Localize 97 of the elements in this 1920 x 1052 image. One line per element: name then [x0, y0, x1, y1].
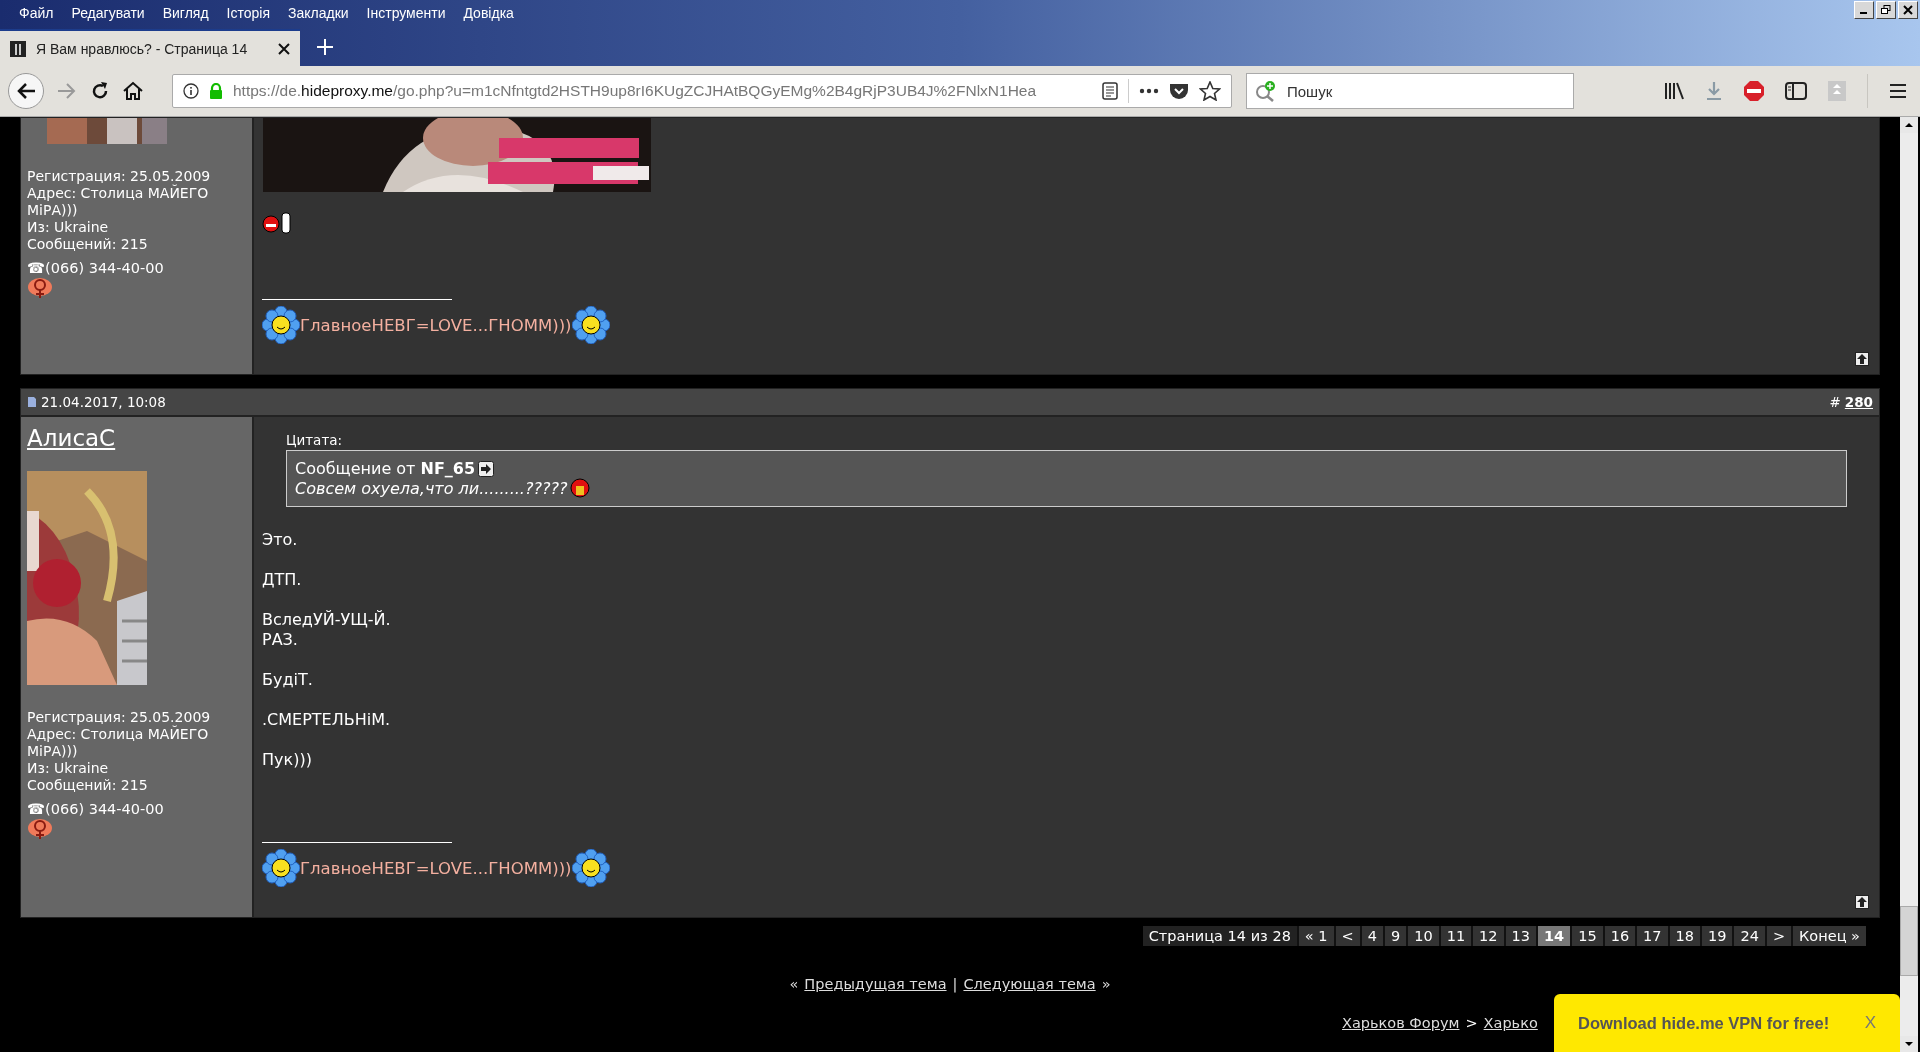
- page-link[interactable]: 19: [1702, 926, 1733, 946]
- top-arrow-icon[interactable]: [1855, 352, 1869, 366]
- back-icon[interactable]: [8, 73, 44, 109]
- page-link[interactable]: 16: [1604, 926, 1636, 946]
- post-date: 21.04.2017, 10:08: [41, 394, 166, 410]
- menu-item[interactable]: Редагувати: [62, 5, 154, 21]
- post-text: Это.: [262, 530, 299, 550]
- user-detail: Из: Ukraine: [27, 760, 110, 777]
- page-link[interactable]: 15: [1572, 926, 1603, 946]
- next-thread-link[interactable]: Следующая тема: [963, 976, 1096, 992]
- minimize-icon[interactable]: [1854, 1, 1874, 19]
- star-icon[interactable]: [1199, 81, 1221, 101]
- scroll-down-icon[interactable]: [1900, 1036, 1918, 1052]
- post-text: .СМЕРТЕЛЬНiМ.: [262, 710, 391, 730]
- page-link[interactable]: 11: [1440, 926, 1472, 946]
- page-link[interactable]: 24: [1734, 926, 1765, 946]
- page-link[interactable]: 4: [1361, 926, 1383, 946]
- search-field[interactable]: Пошук: [1246, 73, 1574, 109]
- page-link[interactable]: 17: [1637, 926, 1668, 946]
- reload-icon[interactable]: [90, 81, 110, 101]
- pocket-icon[interactable]: [1169, 82, 1189, 100]
- menu-item[interactable]: Історія: [217, 5, 279, 21]
- post-number-link[interactable]: 280: [1844, 394, 1873, 410]
- user-detail: Адрес: Столица МАЙЕГО МiРА))): [27, 726, 210, 760]
- page-link[interactable]: 10: [1408, 926, 1439, 946]
- page-link[interactable]: 9: [1384, 926, 1407, 946]
- adblock-icon[interactable]: [1743, 80, 1765, 102]
- signature-text: ГлавноеНЕВГ=LOVE...ГНОММ))): [300, 858, 572, 878]
- user-phone: ☎(066) 344-40-00: [27, 260, 164, 276]
- menu-item[interactable]: Довідка: [454, 5, 523, 21]
- top-arrow-icon[interactable]: [1855, 895, 1869, 909]
- breadcrumb-separator: >: [1465, 1015, 1478, 1031]
- post-text: ВследУЙ-УЩ-Й.: [262, 610, 391, 630]
- signature-text: ГлавноеНЕВГ=LOVE...ГНОММ))): [300, 315, 572, 335]
- breadcrumb-link[interactable]: Харько: [1483, 1015, 1538, 1031]
- view-post-icon[interactable]: [478, 460, 495, 477]
- post-text: БудiТ.: [262, 670, 314, 690]
- library-icon[interactable]: [1663, 81, 1685, 101]
- next-mark: »: [1101, 976, 1111, 992]
- user-detail: Регистрация: 25.05.2009: [27, 168, 212, 184]
- breadcrumb-link[interactable]: Харьков Форум: [1342, 1015, 1460, 1031]
- page-link[interactable]: >: [1766, 926, 1792, 946]
- smiley-flower-icon: [262, 849, 300, 887]
- page-link[interactable]: 12: [1473, 926, 1504, 946]
- user-phone: ☎(066) 344-40-00: [27, 801, 164, 817]
- menu-item[interactable]: Закладки: [279, 5, 358, 21]
- close-icon[interactable]: [278, 42, 290, 55]
- user-detail: Сообщений: 215: [27, 236, 149, 253]
- scroll-up-icon[interactable]: [1900, 117, 1918, 133]
- page-link[interactable]: Конец »: [1793, 926, 1866, 946]
- plus-icon[interactable]: [315, 37, 335, 57]
- user-detail: Сообщений: 215: [27, 777, 149, 794]
- home-icon[interactable]: [122, 81, 144, 101]
- prev-mark: «: [789, 976, 799, 992]
- post-icon: [27, 396, 37, 408]
- smiley-flower-icon: [571, 306, 610, 344]
- page-link[interactable]: <: [1335, 926, 1360, 946]
- quote-text: Совсем охуела,что ли.........?????: [295, 478, 568, 498]
- post-text: ДТП.: [262, 570, 303, 590]
- username-link[interactable]: АлисаС: [27, 425, 116, 451]
- page-link[interactable]: 18: [1669, 926, 1700, 946]
- more-icon[interactable]: [1139, 88, 1159, 94]
- user-detail: Из: Ukraine: [27, 219, 110, 236]
- post-number-sign: #: [1829, 394, 1841, 410]
- favicon-icon: [10, 40, 26, 57]
- close-button[interactable]: X: [1864, 1013, 1876, 1033]
- menu-icon[interactable]: [1888, 82, 1908, 100]
- female-icon: [27, 276, 53, 300]
- scrollbar[interactable]: [1900, 117, 1918, 1052]
- banner-text: Download hide.me VPN for free!: [1578, 1013, 1830, 1033]
- reader-view-icon[interactable]: [1102, 82, 1118, 100]
- smiley-flower-icon: [571, 849, 610, 887]
- female-icon: [27, 817, 53, 841]
- quote-label: Цитата:: [286, 432, 343, 448]
- post-text: РАЗ.: [262, 630, 299, 650]
- page-link[interactable]: 14: [1538, 926, 1571, 946]
- page-link[interactable]: 13: [1505, 926, 1536, 946]
- page-count-label: Страница 14 из 28: [1142, 926, 1297, 946]
- restore-icon[interactable]: [1876, 1, 1896, 19]
- info-icon: [183, 83, 199, 99]
- user-detail: Адрес: Столица МАЙЕГО МiРА))): [27, 185, 210, 219]
- quote-author: Сообщение от NF_65: [295, 459, 476, 478]
- smiley-flower-icon: [262, 306, 300, 344]
- scrollbar-thumb[interactable]: [1900, 906, 1918, 976]
- menu-item[interactable]: Інструменти: [357, 5, 455, 21]
- emoticon-icon: [570, 478, 591, 498]
- menu-item[interactable]: Вигляд: [153, 5, 218, 21]
- previous-thread-link[interactable]: Предыдущая тема: [804, 976, 947, 992]
- page-link[interactable]: « 1: [1298, 926, 1334, 946]
- browser-tab[interactable]: Я Вам нравлюсь? - Страница 14: [0, 29, 300, 66]
- lock-icon: [209, 83, 223, 99]
- post-text: Пук))): [262, 750, 313, 770]
- menu-item[interactable]: Файл: [10, 5, 63, 21]
- link-separator: |: [952, 976, 958, 992]
- user-detail: Регистрация: 25.05.2009: [27, 709, 212, 725]
- address-field[interactable]: https://de.hideproxy.me/go.php?u=m1cNfntgtd2HSTH9up8rI6KUgZCJHAtBQGyEMg%2B4gRjP3UB4J%2FNlxN1Hea: [172, 74, 1232, 108]
- sidebar-icon[interactable]: [1785, 81, 1807, 101]
